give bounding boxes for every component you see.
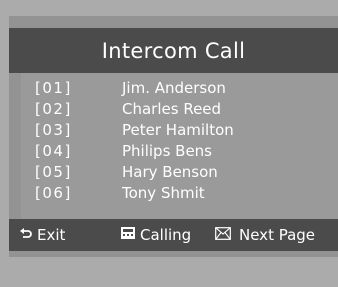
footer-bar: Exit Calling Next Page — [9, 219, 338, 251]
page-title: Intercom Call — [101, 38, 246, 63]
next-page-label: Next Page — [239, 226, 316, 244]
calling-label: Calling — [140, 226, 192, 244]
title-bar: Intercom Call — [9, 28, 338, 73]
entry-name: Hary Benson — [122, 163, 218, 181]
entry-number: [04] — [35, 142, 72, 160]
entry-number: [05] — [35, 163, 72, 181]
entry-name: Jim. Anderson — [122, 79, 226, 97]
exit-button[interactable]: Exit — [19, 219, 65, 251]
back-arrow-icon — [19, 226, 33, 244]
entry-number: [01] — [35, 79, 72, 97]
entry-name: Charles Reed — [122, 100, 222, 118]
calling-button[interactable]: Calling — [120, 219, 191, 251]
contact-list: [01] Jim. Anderson [02] Charles Reed [03… — [21, 73, 338, 219]
exit-label: Exit — [37, 226, 66, 244]
intercom-panel: Intercom Call [01] Jim. Anderson [02] Ch… — [9, 16, 338, 257]
entry-name: Philips Bens — [122, 142, 212, 160]
entry-name: Peter Hamilton — [122, 121, 234, 139]
list-item[interactable]: [02] Charles Reed — [21, 99, 338, 120]
next-page-button[interactable]: Next Page — [215, 219, 315, 251]
list-item[interactable]: [03] Peter Hamilton — [21, 120, 338, 141]
list-item[interactable]: [01] Jim. Anderson — [21, 78, 338, 99]
entry-number: [03] — [35, 121, 72, 139]
mail-icon — [215, 226, 235, 244]
entry-name: Tony Shmit — [122, 184, 205, 202]
list-item[interactable]: [04] Philips Bens — [21, 141, 338, 162]
list-item[interactable]: [06] Tony Shmit — [21, 183, 338, 204]
entry-number: [02] — [35, 100, 72, 118]
list-item[interactable]: [05] Hary Benson — [21, 162, 338, 183]
entry-number: [06] — [35, 184, 72, 202]
phone-icon — [120, 225, 136, 245]
